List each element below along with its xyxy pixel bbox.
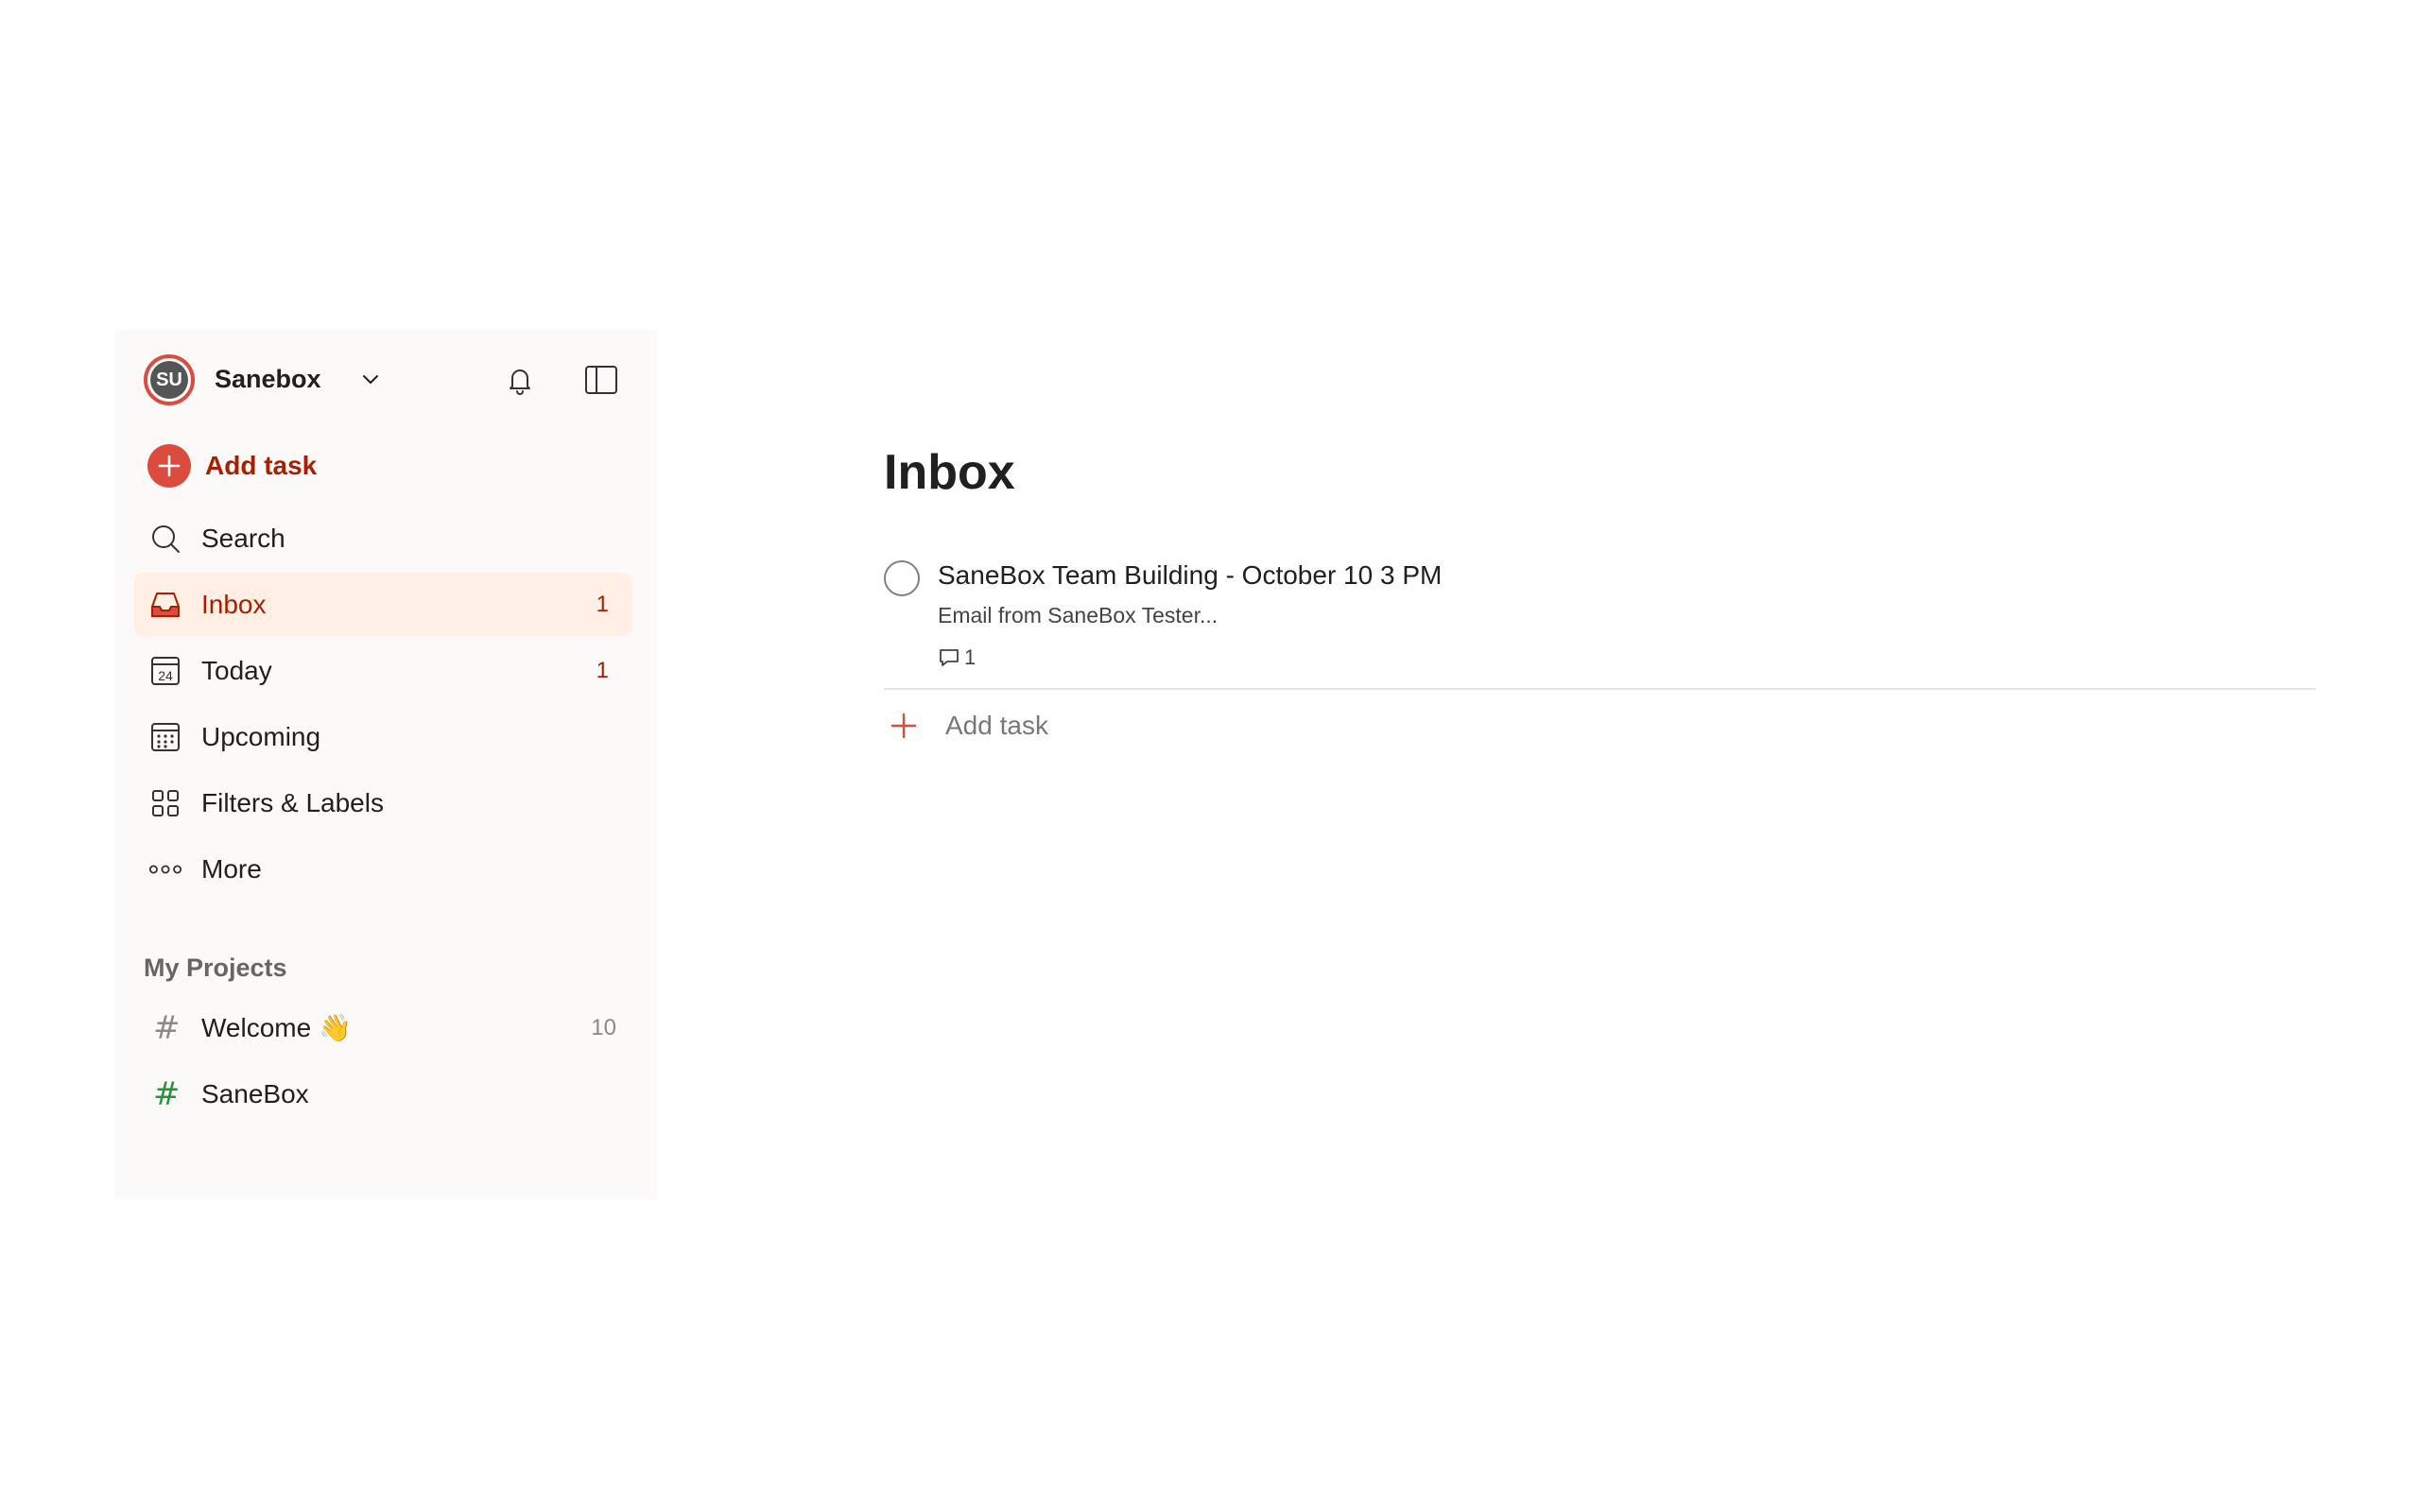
add-task-label: Add task <box>205 451 318 480</box>
add-task-button[interactable]: Add task <box>147 443 317 489</box>
chevron-down-icon[interactable] <box>359 368 382 390</box>
plus-icon <box>890 713 917 739</box>
avatar-initials: SU <box>150 361 188 399</box>
task-checkbox[interactable] <box>884 560 920 596</box>
comment-icon <box>940 649 959 666</box>
plus-circle-icon <box>147 444 191 488</box>
hash-icon: # <box>153 1074 181 1113</box>
sidebar-item-label: Filters & Labels <box>201 787 384 817</box>
sidebar-item-label: Upcoming <box>201 721 321 751</box>
bell-icon[interactable] <box>503 363 537 397</box>
filters-icon <box>148 786 182 820</box>
sidebar-item-inbox[interactable]: Inbox 1 <box>134 573 632 636</box>
inbox-icon <box>148 588 182 622</box>
sidebar-item-filters-labels[interactable]: Filters & Labels <box>134 771 632 834</box>
project-label: Welcome 👋 <box>201 1013 352 1042</box>
sidebar-item-label: More <box>201 853 262 884</box>
add-task-inline-label: Add task <box>945 711 1048 740</box>
sidebar-item-label: Inbox <box>201 589 267 619</box>
task-meta[interactable]: 1 <box>938 645 976 670</box>
sidebar-item-today[interactable]: 24 Today 1 <box>134 639 632 702</box>
comment-count: 1 <box>964 645 977 669</box>
task-item[interactable]: SaneBox Team Building - October 10 3 PM … <box>884 553 2316 690</box>
project-count: 10 <box>591 1014 616 1040</box>
sidebar-item-label: Today <box>201 655 272 685</box>
sidebar-item-more[interactable]: More <box>134 837 632 901</box>
project-label: SaneBox <box>201 1078 309 1108</box>
calendar-day-number: 24 <box>158 668 173 683</box>
sidebar-item-upcoming[interactable]: Upcoming <box>134 705 632 768</box>
task-description: Email from SaneBox Tester... <box>938 603 1219 627</box>
sidebar-item-search[interactable]: Search <box>134 507 632 570</box>
calendar-today-icon: 24 <box>148 654 182 688</box>
sidebar-nav: Search Inbox 1 24 Today 1 Upcoming Filte… <box>134 507 632 903</box>
more-icon <box>148 852 182 886</box>
inbox-count: 1 <box>596 591 609 617</box>
hash-icon: # <box>153 1008 181 1047</box>
calendar-upcoming-icon <box>148 720 182 754</box>
avatar[interactable]: SU <box>144 354 195 405</box>
task-title[interactable]: SaneBox Team Building - October 10 3 PM <box>938 560 1442 591</box>
workspace-name[interactable]: Sanebox <box>215 365 321 394</box>
project-item-welcome[interactable]: # Welcome 👋 10 <box>134 996 632 1059</box>
add-task-inline-button[interactable]: Add task <box>889 704 1048 747</box>
project-item-sanebox[interactable]: # SaneBox <box>134 1062 632 1125</box>
projects-list: # Welcome 👋 10 # SaneBox <box>134 996 632 1128</box>
sidebar-toggle-icon[interactable] <box>583 363 619 397</box>
sidebar: SU Sanebox Add task Search Inbox 1 24 To… <box>115 330 657 1199</box>
projects-section-title[interactable]: My Projects <box>144 954 287 983</box>
today-count: 1 <box>596 657 609 683</box>
page-title: Inbox <box>884 445 1015 500</box>
search-icon <box>148 522 182 556</box>
sidebar-item-label: Search <box>201 523 285 553</box>
sidebar-header: SU Sanebox <box>144 352 635 407</box>
